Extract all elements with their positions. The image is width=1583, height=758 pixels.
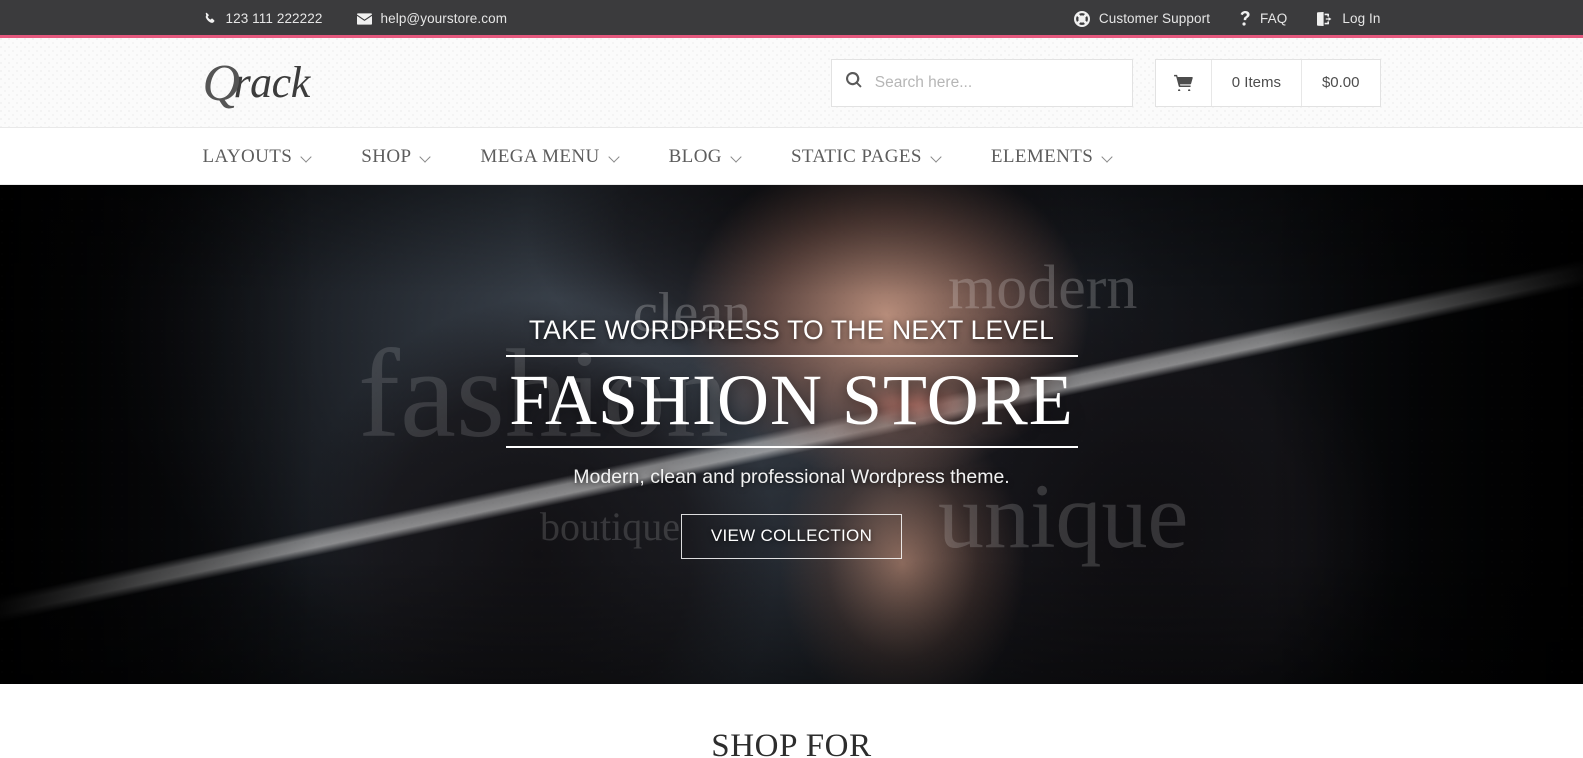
top-bar-right-group: Customer Support FAQ Log In bbox=[1044, 11, 1381, 27]
search-box[interactable] bbox=[830, 58, 1133, 107]
site-logo[interactable]: Qrack bbox=[202, 54, 311, 112]
nav-item-label: SHOP bbox=[361, 145, 412, 167]
nav-item-label: MEGA MENU bbox=[480, 145, 600, 167]
nav-item-mega-menu[interactable]: MEGA MENU bbox=[480, 147, 620, 166]
logo-text: rack bbox=[233, 57, 311, 107]
top-bar-inner: 123 111 222222 help@yourstore.com Custom… bbox=[203, 0, 1381, 38]
question-mark-icon bbox=[1240, 11, 1251, 27]
chevron-down-icon bbox=[421, 153, 432, 160]
nav-item-label: BLOG bbox=[668, 145, 722, 167]
logo-initial: Q bbox=[202, 54, 241, 112]
topbar-support-label: Customer Support bbox=[1098, 11, 1211, 27]
top-bar: 123 111 222222 help@yourstore.com Custom… bbox=[0, 0, 1583, 38]
nav-item-label: ELEMENTS bbox=[990, 145, 1094, 167]
nav-item-blog[interactable]: BLOG bbox=[669, 147, 743, 166]
search-icon bbox=[845, 71, 862, 93]
nav-item-label: STATIC PAGES bbox=[790, 145, 922, 167]
shop-for-title: SHOP FOR bbox=[711, 728, 872, 758]
topbar-phone[interactable]: 123 111 222222 bbox=[203, 12, 323, 26]
top-bar-left-group: 123 111 222222 help@yourstore.com bbox=[203, 12, 542, 26]
hero-title: FASHION STORE bbox=[509, 360, 1074, 440]
site-header: Qrack 0 Items $0.00 bbox=[0, 38, 1583, 128]
header-right-group: 0 Items $0.00 bbox=[830, 58, 1381, 107]
topbar-login[interactable]: Log In bbox=[1317, 12, 1380, 26]
main-navigation-inner: LAYOUTS SHOP MEGA MENU BLOG STATIC PAGES… bbox=[203, 128, 1381, 184]
nav-item-shop[interactable]: SHOP bbox=[361, 147, 432, 166]
chevron-down-icon bbox=[932, 153, 943, 160]
main-navigation: LAYOUTS SHOP MEGA MENU BLOG STATIC PAGES… bbox=[0, 128, 1583, 185]
nav-item-static-pages[interactable]: STATIC PAGES bbox=[791, 147, 943, 166]
phone-icon bbox=[203, 12, 217, 26]
hero-banner: fashion clean modern unique boutique TAK… bbox=[0, 185, 1583, 684]
nav-item-label: LAYOUTS bbox=[202, 145, 293, 167]
chevron-down-icon bbox=[610, 153, 621, 160]
shop-for-section: SHOP FOR bbox=[0, 684, 1583, 758]
cart-box[interactable]: 0 Items $0.00 bbox=[1154, 58, 1381, 107]
cart-total[interactable]: $0.00 bbox=[1300, 59, 1380, 106]
lifebuoy-icon bbox=[1073, 11, 1090, 27]
topbar-login-label: Log In bbox=[1342, 11, 1381, 27]
chevron-down-icon bbox=[302, 153, 313, 160]
search-input[interactable] bbox=[874, 73, 1118, 92]
hero-title-wrapper: FASHION STORE bbox=[505, 355, 1078, 448]
chevron-down-icon bbox=[732, 153, 743, 160]
chevron-down-icon bbox=[1103, 153, 1114, 160]
hero-subtitle: Modern, clean and professional Wordpress… bbox=[573, 465, 1010, 488]
nav-item-layouts[interactable]: LAYOUTS bbox=[203, 147, 314, 166]
topbar-faq[interactable]: FAQ bbox=[1240, 11, 1287, 27]
nav-item-elements[interactable]: ELEMENTS bbox=[991, 147, 1114, 166]
topbar-phone-label: 123 111 222222 bbox=[225, 11, 323, 27]
cart-items-count[interactable]: 0 Items bbox=[1210, 59, 1301, 106]
topbar-customer-support[interactable]: Customer Support bbox=[1073, 11, 1211, 27]
view-collection-button[interactable]: VIEW COLLECTION bbox=[680, 513, 903, 559]
cart-icon-button[interactable] bbox=[1156, 60, 1211, 106]
site-header-inner: Qrack 0 Items $0.00 bbox=[203, 38, 1381, 127]
shopping-cart-icon bbox=[1173, 74, 1193, 91]
sign-in-icon bbox=[1317, 12, 1333, 26]
envelope-icon bbox=[356, 13, 372, 25]
topbar-email[interactable]: help@yourstore.com bbox=[356, 11, 508, 27]
hero-content: TAKE WORDPRESS TO THE NEXT LEVEL FASHION… bbox=[203, 185, 1381, 559]
topbar-email-label: help@yourstore.com bbox=[380, 11, 508, 27]
topbar-faq-label: FAQ bbox=[1260, 11, 1288, 27]
hero-eyebrow: TAKE WORDPRESS TO THE NEXT LEVEL bbox=[528, 315, 1055, 345]
